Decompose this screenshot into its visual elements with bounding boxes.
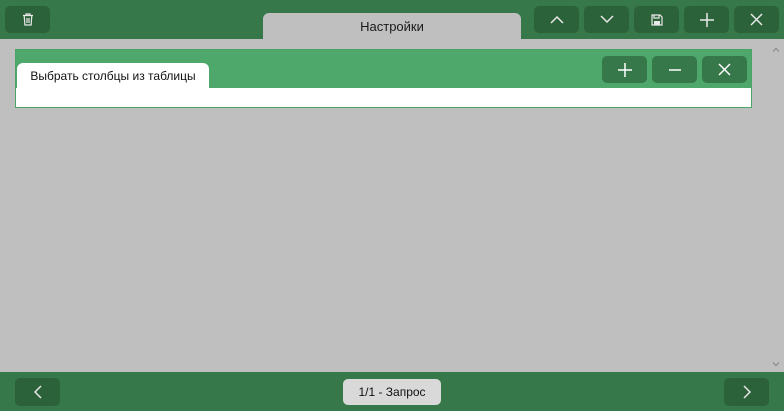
scroll-down-arrow[interactable]	[770, 358, 782, 368]
trash-icon	[22, 13, 34, 26]
save-icon	[650, 13, 663, 26]
chevron-left-icon	[33, 385, 42, 399]
tab-select-columns[interactable]: Выбрать столбцы из таблицы	[17, 63, 209, 89]
delete-button[interactable]	[5, 6, 50, 33]
chevron-down-icon	[599, 15, 614, 24]
panel-header: Выбрать столбцы из таблицы	[16, 50, 751, 89]
close-icon	[718, 63, 731, 76]
panel-add-button[interactable]	[602, 56, 647, 83]
chevron-up-icon	[549, 15, 564, 24]
move-up-button[interactable]	[534, 6, 579, 33]
save-button[interactable]	[634, 6, 679, 33]
bottom-toolbar: 1/1 - Запрос	[0, 372, 784, 411]
query-panel: Выбрать столбцы из таблицы	[15, 49, 752, 108]
tab-settings[interactable]: Настройки	[263, 13, 521, 39]
move-down-button[interactable]	[584, 6, 629, 33]
page-indicator-label: 1/1 - Запрос	[358, 385, 426, 399]
chevron-right-icon	[742, 385, 751, 399]
next-page-button[interactable]	[724, 378, 769, 406]
panel-close-button[interactable]	[702, 56, 747, 83]
prev-page-button[interactable]	[15, 378, 60, 406]
close-icon	[750, 13, 763, 26]
tab-select-columns-label: Выбрать столбцы из таблицы	[30, 69, 196, 83]
add-button[interactable]	[684, 6, 729, 33]
panel-remove-button[interactable]	[652, 56, 697, 83]
minus-icon	[668, 68, 681, 71]
chevron-down-icon	[772, 354, 780, 372]
close-button[interactable]	[734, 6, 779, 33]
app-window: Настройки Выбрать столбцы из таблицы 1/1…	[0, 0, 784, 411]
tab-settings-label: Настройки	[360, 18, 424, 34]
scrollbar-track[interactable]	[772, 52, 780, 352]
plus-icon	[699, 12, 714, 27]
top-toolbar: Настройки	[0, 0, 784, 39]
page-indicator[interactable]: 1/1 - Запрос	[343, 379, 441, 405]
plus-icon	[617, 62, 632, 77]
